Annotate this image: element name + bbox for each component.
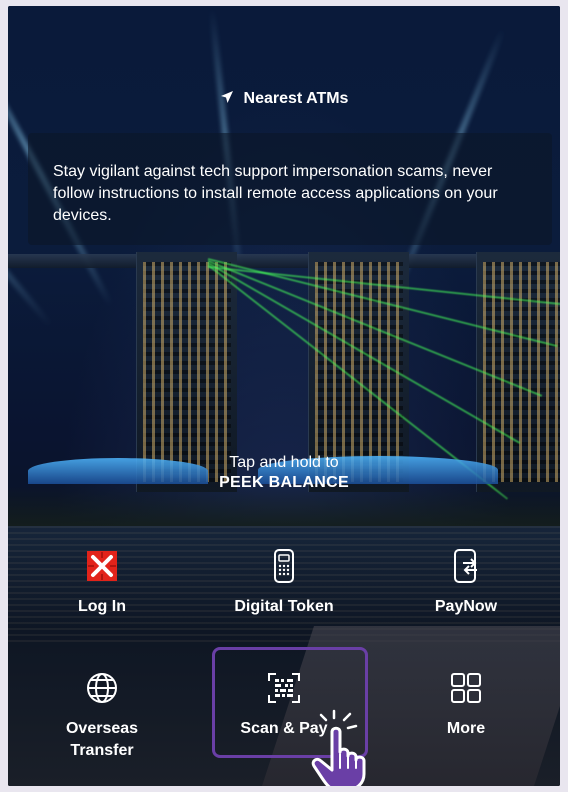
login-label: Log In <box>78 598 126 615</box>
app-screen: Nearest ATMs Stay vigilant against tech … <box>8 6 560 786</box>
login-button[interactable]: Log In <box>10 546 194 646</box>
navigation-arrow-icon <box>220 90 234 108</box>
tap-hand-icon <box>306 708 376 786</box>
peek-balance-button[interactable]: Tap and hold to PEEK BALANCE <box>8 454 560 492</box>
token-device-icon <box>264 546 304 586</box>
peek-hint: Tap and hold to <box>229 454 339 471</box>
phone-transfer-icon <box>446 546 486 586</box>
nearest-atms-label: Nearest ATMs <box>243 90 349 107</box>
more-label: More <box>446 720 486 737</box>
dbs-logo-icon <box>82 546 122 586</box>
tree-line <box>8 486 560 526</box>
digital-token-button[interactable]: Digital Token <box>192 546 376 646</box>
globe-icon <box>82 668 122 708</box>
nearest-atms-link[interactable]: Nearest ATMs <box>8 84 560 114</box>
paynow-label: PayNow <box>434 598 498 615</box>
grid-icon <box>446 668 486 708</box>
more-button[interactable]: More <box>374 668 558 768</box>
overseas-transfer-label: Overseas Transfer <box>65 720 139 759</box>
peek-balance-label: PEEK BALANCE <box>219 474 349 491</box>
digital-token-label: Digital Token <box>234 598 334 615</box>
overseas-transfer-button[interactable]: Overseas Transfer <box>10 668 194 768</box>
scam-warning-banner: Stay vigilant against tech support imper… <box>28 133 552 245</box>
paynow-button[interactable]: PayNow <box>374 546 558 646</box>
scam-warning-text: Stay vigilant against tech support imper… <box>53 163 498 224</box>
